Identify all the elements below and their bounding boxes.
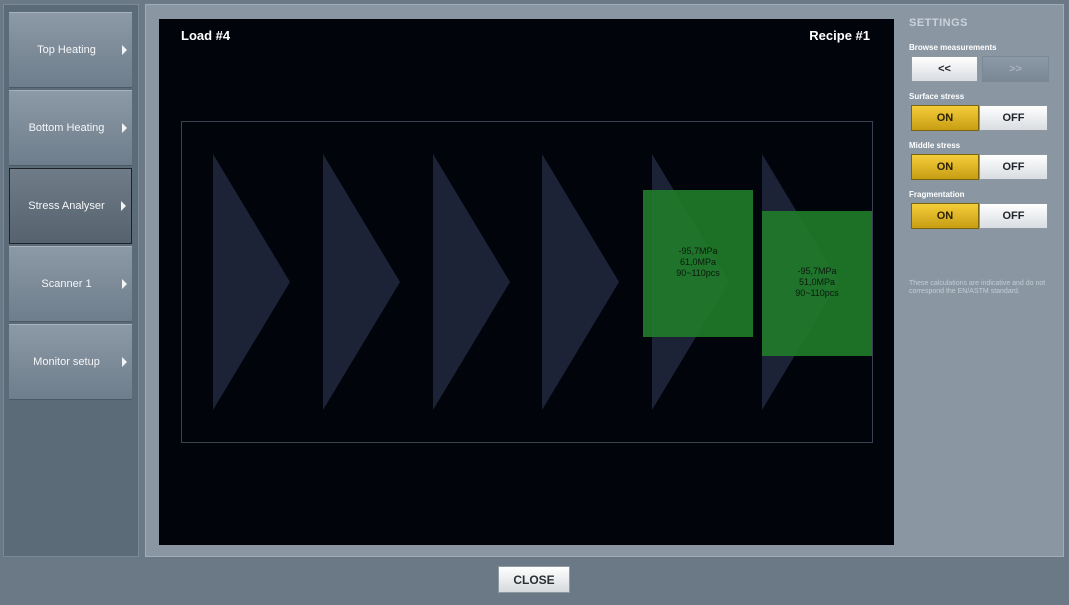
browse-next-button[interactable]: >>	[982, 56, 1049, 82]
measurement-2-fragmentation: 90~110pcs	[795, 288, 839, 298]
sidebar-item-label: Stress Analyser	[28, 200, 105, 212]
surface-stress-label: Surface stress	[909, 92, 965, 101]
chevron-right-icon	[122, 357, 127, 367]
middle-stress-off-button[interactable]: OFF	[979, 154, 1048, 180]
sidebar-item-bottom-heating[interactable]: Bottom Heating	[9, 90, 132, 166]
load-visualization: -95,7MPa 61,0MPa 90~110pcs -95,7MPa 51,0…	[181, 121, 873, 443]
surface-stress-on-button[interactable]: ON	[911, 105, 979, 131]
measurement-1-surface: -95,7MPa	[678, 246, 717, 256]
sidebar-item-monitor-setup[interactable]: Monitor setup	[9, 324, 132, 400]
measurement-2-middle: 51,0MPa	[799, 277, 835, 287]
glass-sheet-4	[542, 154, 619, 410]
measurement-1-middle: 61,0MPa	[680, 257, 716, 267]
chevron-right-icon	[122, 279, 127, 289]
sidebar-item-label: Scanner 1	[41, 278, 92, 290]
sidebar-item-label: Top Heating	[37, 44, 96, 56]
surface-stress-off-button[interactable]: OFF	[979, 105, 1048, 131]
glass-sheet-2	[323, 154, 400, 410]
sidebar-item-label: Monitor setup	[33, 356, 100, 368]
settings-title: SETTINGS	[909, 17, 969, 29]
middle-stress-on-button[interactable]: ON	[911, 154, 979, 180]
sidebar-item-scanner-1[interactable]: Scanner 1	[9, 246, 132, 322]
fragmentation-off-button[interactable]: OFF	[979, 203, 1048, 229]
browse-prev-button[interactable]: <<	[911, 56, 978, 82]
middle-stress-label: Middle stress	[909, 141, 961, 150]
disclaimer-note: These calculations are indicative and do…	[909, 280, 1046, 295]
chevron-right-icon	[122, 45, 127, 55]
sidebar-panel: Top Heating Bottom Heating Stress Analys…	[3, 4, 139, 557]
close-button[interactable]: CLOSE	[498, 566, 570, 593]
sidebar-item-stress-analyser[interactable]: Stress Analyser	[9, 168, 132, 244]
measurement-2-surface: -95,7MPa	[797, 266, 836, 276]
measurement-1-fragmentation: 90~110pcs	[676, 268, 720, 278]
stress-display: Load #4 Recipe #1 -95,7MPa 61,0MPa 90~11…	[159, 19, 894, 545]
fragmentation-on-button[interactable]: ON	[911, 203, 979, 229]
glass-sheet-1	[213, 154, 290, 410]
sidebar-item-label: Bottom Heating	[28, 122, 105, 134]
sidebar-item-top-heating[interactable]: Top Heating	[9, 12, 132, 88]
glass-sheet-3	[433, 154, 510, 410]
fragmentation-label: Fragmentation	[909, 190, 965, 199]
browse-measurements-label: Browse measurements	[909, 43, 997, 52]
chevron-right-icon	[121, 201, 126, 211]
chevron-right-icon	[122, 123, 127, 133]
